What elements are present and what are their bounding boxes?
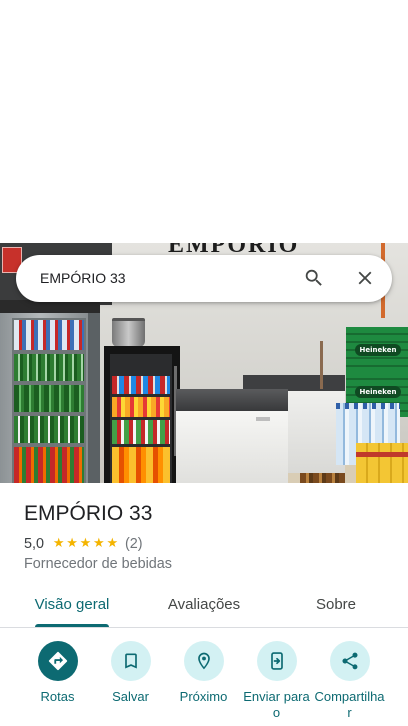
photo-fridge-black bbox=[104, 346, 180, 483]
fridge-shelf bbox=[112, 447, 170, 483]
beer-pack-band bbox=[356, 452, 408, 457]
star-icon: ★ bbox=[66, 536, 78, 551]
star-icon: ★ bbox=[106, 536, 119, 551]
directions-icon bbox=[48, 651, 67, 671]
share-circle[interactable] bbox=[329, 641, 370, 681]
freezer-body bbox=[176, 411, 288, 483]
search-input[interactable]: EMPÓRIO 33 bbox=[40, 255, 126, 302]
send-to-phone-circle[interactable] bbox=[256, 641, 297, 681]
photo-freezer-front bbox=[176, 389, 288, 483]
action-label: Rotas bbox=[40, 689, 75, 704]
close-button[interactable] bbox=[352, 265, 378, 291]
tabs-divider bbox=[0, 627, 408, 628]
tab-about[interactable]: Sobre bbox=[268, 590, 404, 627]
star-icon: ★ bbox=[93, 536, 105, 551]
nearby-icon bbox=[197, 652, 210, 670]
action-label: Enviar para o bbox=[243, 689, 310, 720]
photo-broom bbox=[320, 341, 323, 389]
tab-label-text: Sobre bbox=[315, 596, 357, 613]
star-icon: ★ bbox=[52, 536, 65, 551]
photo-bucket bbox=[112, 318, 145, 347]
tab-overview[interactable]: Visão geral bbox=[4, 590, 140, 627]
map-area bbox=[0, 0, 408, 243]
crate-label: Heineken bbox=[355, 344, 401, 356]
save-button[interactable]: Salvar bbox=[94, 641, 167, 726]
fridge-shelf bbox=[112, 420, 170, 444]
save-circle[interactable] bbox=[110, 641, 151, 681]
photo-fridge-left bbox=[0, 300, 100, 483]
rating-value: 5,0 bbox=[24, 536, 45, 552]
fridge-shelf bbox=[14, 447, 84, 483]
fridge-glass bbox=[12, 318, 86, 483]
tab-label: Sobre bbox=[316, 596, 356, 613]
place-category: Fornecedor de bebidas bbox=[24, 556, 173, 572]
freezer-handle bbox=[256, 417, 270, 421]
search-button[interactable] bbox=[301, 265, 327, 291]
fridge-shelf bbox=[14, 320, 84, 350]
place-title: EMPÓRIO 33 bbox=[24, 502, 153, 525]
share-icon bbox=[342, 652, 357, 670]
action-label: Salvar bbox=[112, 689, 149, 704]
water-caps bbox=[336, 403, 400, 409]
fridge-shelf bbox=[14, 385, 84, 412]
send-to-phone-icon bbox=[270, 652, 283, 670]
freezer-lid bbox=[176, 389, 288, 411]
rating-stars: ★ ★ ★ ★ ★ bbox=[52, 536, 119, 552]
tab-label: Avaliações bbox=[168, 596, 240, 613]
fridge-side bbox=[88, 313, 100, 483]
photo-beer-packs bbox=[356, 443, 408, 483]
tab-label-text: Avaliações bbox=[167, 596, 241, 613]
nearby-button[interactable]: Próximo bbox=[167, 641, 240, 726]
tab-label: Visão geral bbox=[34, 596, 110, 627]
nearby-circle[interactable] bbox=[183, 641, 224, 681]
rating-row[interactable]: 5,0 ★ ★ ★ ★ ★ (2) bbox=[24, 536, 143, 552]
directions-circle[interactable] bbox=[37, 641, 78, 681]
fridge-shelf bbox=[112, 397, 170, 417]
share-button[interactable]: Compartilhar bbox=[313, 641, 386, 726]
search-bar[interactable]: EMPÓRIO 33 bbox=[16, 255, 392, 302]
fridge-glass bbox=[110, 354, 172, 483]
star-icon: ★ bbox=[79, 536, 92, 551]
send-to-phone-button[interactable]: Enviar para o bbox=[240, 641, 313, 726]
beer-crate: Heineken bbox=[346, 327, 408, 372]
action-label: Compartilhar bbox=[314, 689, 385, 720]
bookmark-icon bbox=[124, 653, 137, 669]
directions-button[interactable]: Rotas bbox=[21, 641, 94, 726]
fridge-shelf bbox=[14, 354, 84, 381]
tab-reviews[interactable]: Avaliações bbox=[136, 590, 272, 627]
action-label: Próximo bbox=[179, 689, 228, 704]
crate-label: Heineken bbox=[355, 386, 401, 398]
search-icon bbox=[305, 269, 322, 286]
review-count: (2) bbox=[124, 536, 143, 552]
tab-label-text: Visão geral bbox=[34, 596, 110, 613]
fridge-shelf bbox=[14, 416, 84, 443]
close-icon bbox=[358, 271, 372, 285]
fridge-shelf bbox=[112, 376, 170, 394]
